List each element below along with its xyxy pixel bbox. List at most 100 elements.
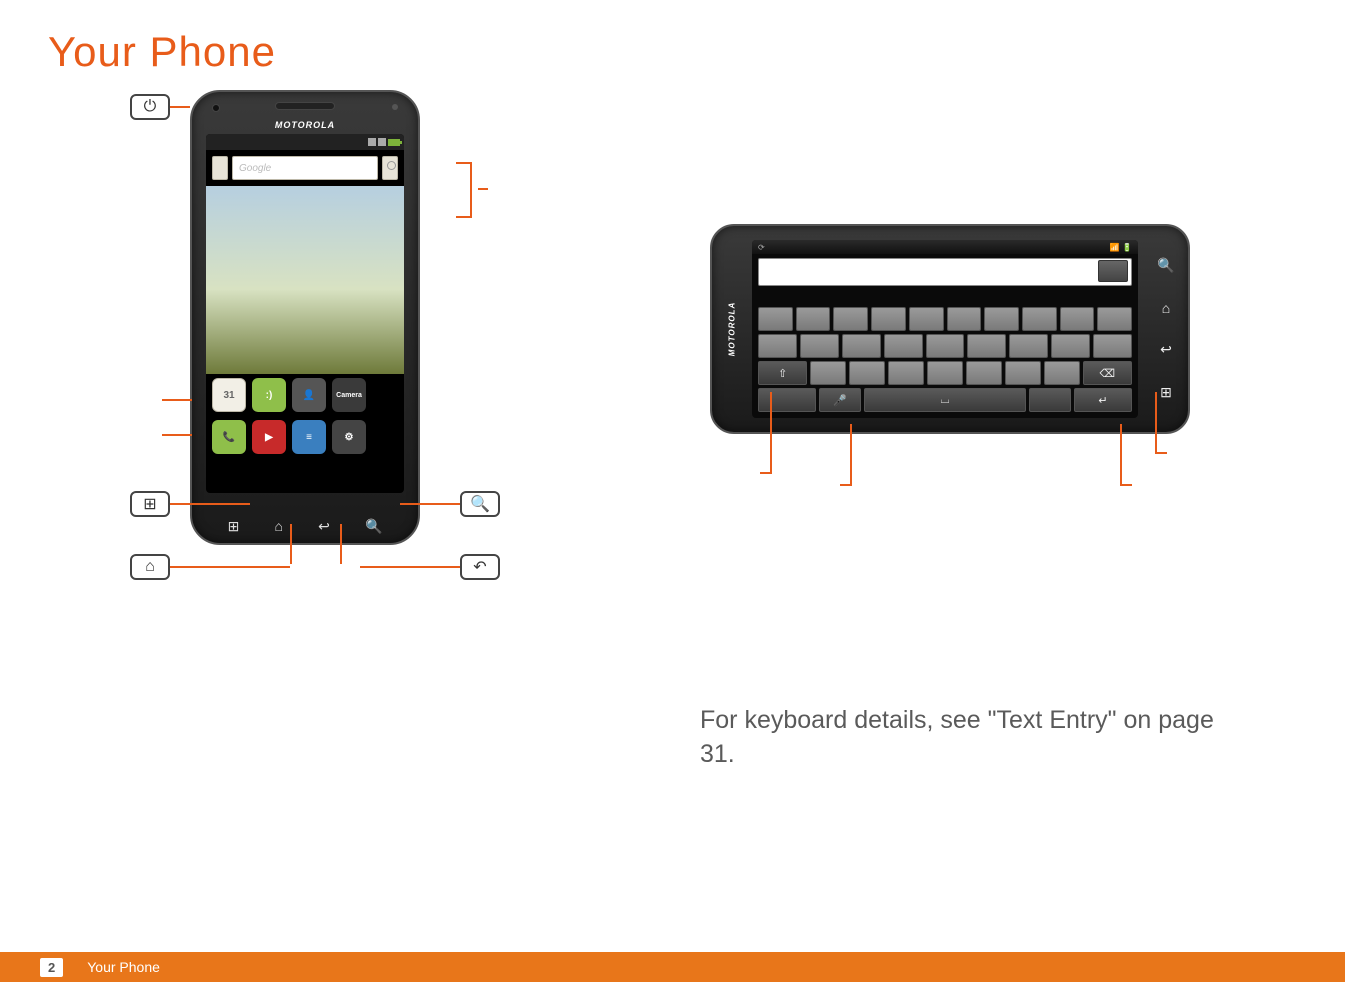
- apps-side-key-icon[interactable]: ⊞: [1160, 384, 1172, 401]
- shift-key[interactable]: ⇧: [758, 361, 807, 385]
- key[interactable]: [947, 307, 982, 331]
- home-side-key-icon[interactable]: ⌂: [1162, 300, 1170, 316]
- body-paragraph: For keyboard details, see "Text Entry" o…: [700, 704, 1250, 772]
- sym-key[interactable]: [758, 388, 816, 412]
- brand-label: MOTOROLA: [192, 120, 418, 130]
- key[interactable]: [810, 361, 846, 385]
- leader-line: [1155, 452, 1167, 454]
- key[interactable]: [1044, 361, 1080, 385]
- signal-icon: [368, 138, 376, 146]
- voice-key[interactable]: 🎤: [819, 388, 861, 412]
- search-widget: Google: [206, 150, 404, 186]
- calendar-app-icon[interactable]: 31: [212, 378, 246, 412]
- key[interactable]: [984, 307, 1019, 331]
- backspace-key[interactable]: ⌫: [1083, 361, 1132, 385]
- key[interactable]: [849, 361, 885, 385]
- voice-search-icon: [382, 156, 398, 180]
- back-side-key-icon[interactable]: ↩: [1160, 341, 1172, 358]
- onscreen-keyboard: ⇧ ⌫ 🎤 ⌴ ↵: [758, 304, 1132, 412]
- search-side-key-icon[interactable]: 🔍: [1157, 257, 1174, 274]
- status-bar: [206, 134, 404, 150]
- contacts-app-icon[interactable]: 👤: [292, 378, 326, 412]
- leader-line: [290, 524, 292, 564]
- key[interactable]: [966, 361, 1002, 385]
- search-provider-icon: [212, 156, 228, 180]
- status-right-icons: 📶 🔋: [1110, 243, 1132, 252]
- callout-power: ⏻: [130, 94, 190, 120]
- callout-apps: ⊞: [130, 491, 250, 517]
- page-number: 2: [40, 958, 63, 977]
- leader-line: [840, 484, 852, 486]
- phone-app-icon[interactable]: 📞: [212, 420, 246, 454]
- key[interactable]: [888, 361, 924, 385]
- key[interactable]: [833, 307, 868, 331]
- key[interactable]: [1022, 307, 1057, 331]
- phone-body: MOTOROLA Google 31 :) 👤 Camera: [190, 90, 420, 545]
- home-box-icon: ⌂: [130, 554, 170, 580]
- battery-icon: [388, 139, 400, 146]
- key[interactable]: [967, 334, 1006, 358]
- key-row-3: ⇧ ⌫: [758, 361, 1132, 385]
- key[interactable]: [871, 307, 906, 331]
- leader-line: [1120, 424, 1122, 484]
- settings-app-icon[interactable]: ⚙: [332, 420, 366, 454]
- key[interactable]: [800, 334, 839, 358]
- text-input-field[interactable]: [758, 258, 1132, 286]
- app-row-2: 📞 ▶ ≡ ⚙: [206, 416, 404, 458]
- key[interactable]: [1093, 334, 1132, 358]
- callout-volume: [456, 162, 480, 218]
- home-key-icon[interactable]: ⌂: [274, 518, 282, 535]
- page-title: Your Phone: [48, 28, 1345, 76]
- key[interactable]: [758, 307, 793, 331]
- enter-key[interactable]: ↵: [1074, 388, 1132, 412]
- key-row-4: 🎤 ⌴ ↵: [758, 388, 1132, 412]
- key[interactable]: [927, 361, 963, 385]
- key[interactable]: [1009, 334, 1048, 358]
- apps-box-icon: ⊞: [130, 491, 170, 517]
- leader-line: [360, 566, 460, 568]
- spacebar-key[interactable]: ⌴: [864, 388, 1026, 412]
- key[interactable]: [1005, 361, 1041, 385]
- proximity-sensor: [392, 104, 398, 110]
- messaging-app-icon[interactable]: :): [252, 378, 286, 412]
- market-app-icon[interactable]: ▶: [252, 420, 286, 454]
- key[interactable]: [1060, 307, 1095, 331]
- phone-landscape-body: MOTOROLA ⟳ 📶 🔋: [710, 224, 1190, 434]
- key[interactable]: [796, 307, 831, 331]
- search-key-icon[interactable]: 🔍: [365, 518, 382, 535]
- key[interactable]: [926, 334, 965, 358]
- leader-line: [340, 524, 342, 564]
- callout-search: 🔍: [400, 491, 500, 517]
- status-bar: ⟳ 📶 🔋: [752, 240, 1138, 254]
- go-button[interactable]: [1098, 260, 1128, 282]
- phone-front-figure: MOTOROLA Google 31 :) 👤 Camera: [130, 84, 480, 604]
- earpiece-slot: [275, 102, 335, 110]
- period-key[interactable]: [1029, 388, 1071, 412]
- leader-line: [170, 566, 290, 568]
- app-row-1: 31 :) 👤 Camera: [206, 374, 404, 416]
- key[interactable]: [758, 334, 797, 358]
- back-key-icon[interactable]: ↩: [318, 518, 330, 535]
- camera-app-icon[interactable]: Camera: [332, 378, 366, 412]
- apps-key-icon[interactable]: ⊞: [228, 518, 240, 535]
- hardware-side-keys: 🔍 ⌂ ↩ ⊞: [1144, 226, 1188, 432]
- leader-line: [770, 392, 772, 472]
- list-app-icon[interactable]: ≡: [292, 420, 326, 454]
- page-footer: 2 Your Phone: [0, 952, 1345, 982]
- leader-line: [170, 503, 250, 505]
- search-box[interactable]: Google: [232, 156, 378, 180]
- leader-line: [760, 472, 772, 474]
- key[interactable]: [1051, 334, 1090, 358]
- key[interactable]: [842, 334, 881, 358]
- phone-left-bezel: MOTOROLA: [712, 226, 752, 432]
- leader-line: [162, 399, 192, 401]
- leader-line: [850, 424, 852, 484]
- key-row-1: [758, 307, 1132, 331]
- key[interactable]: [884, 334, 923, 358]
- key-row-2: [758, 334, 1132, 358]
- leader-line: [1155, 392, 1157, 452]
- search-box-icon: 🔍: [460, 491, 500, 517]
- leader-line: [1120, 484, 1132, 486]
- key[interactable]: [909, 307, 944, 331]
- key[interactable]: [1097, 307, 1132, 331]
